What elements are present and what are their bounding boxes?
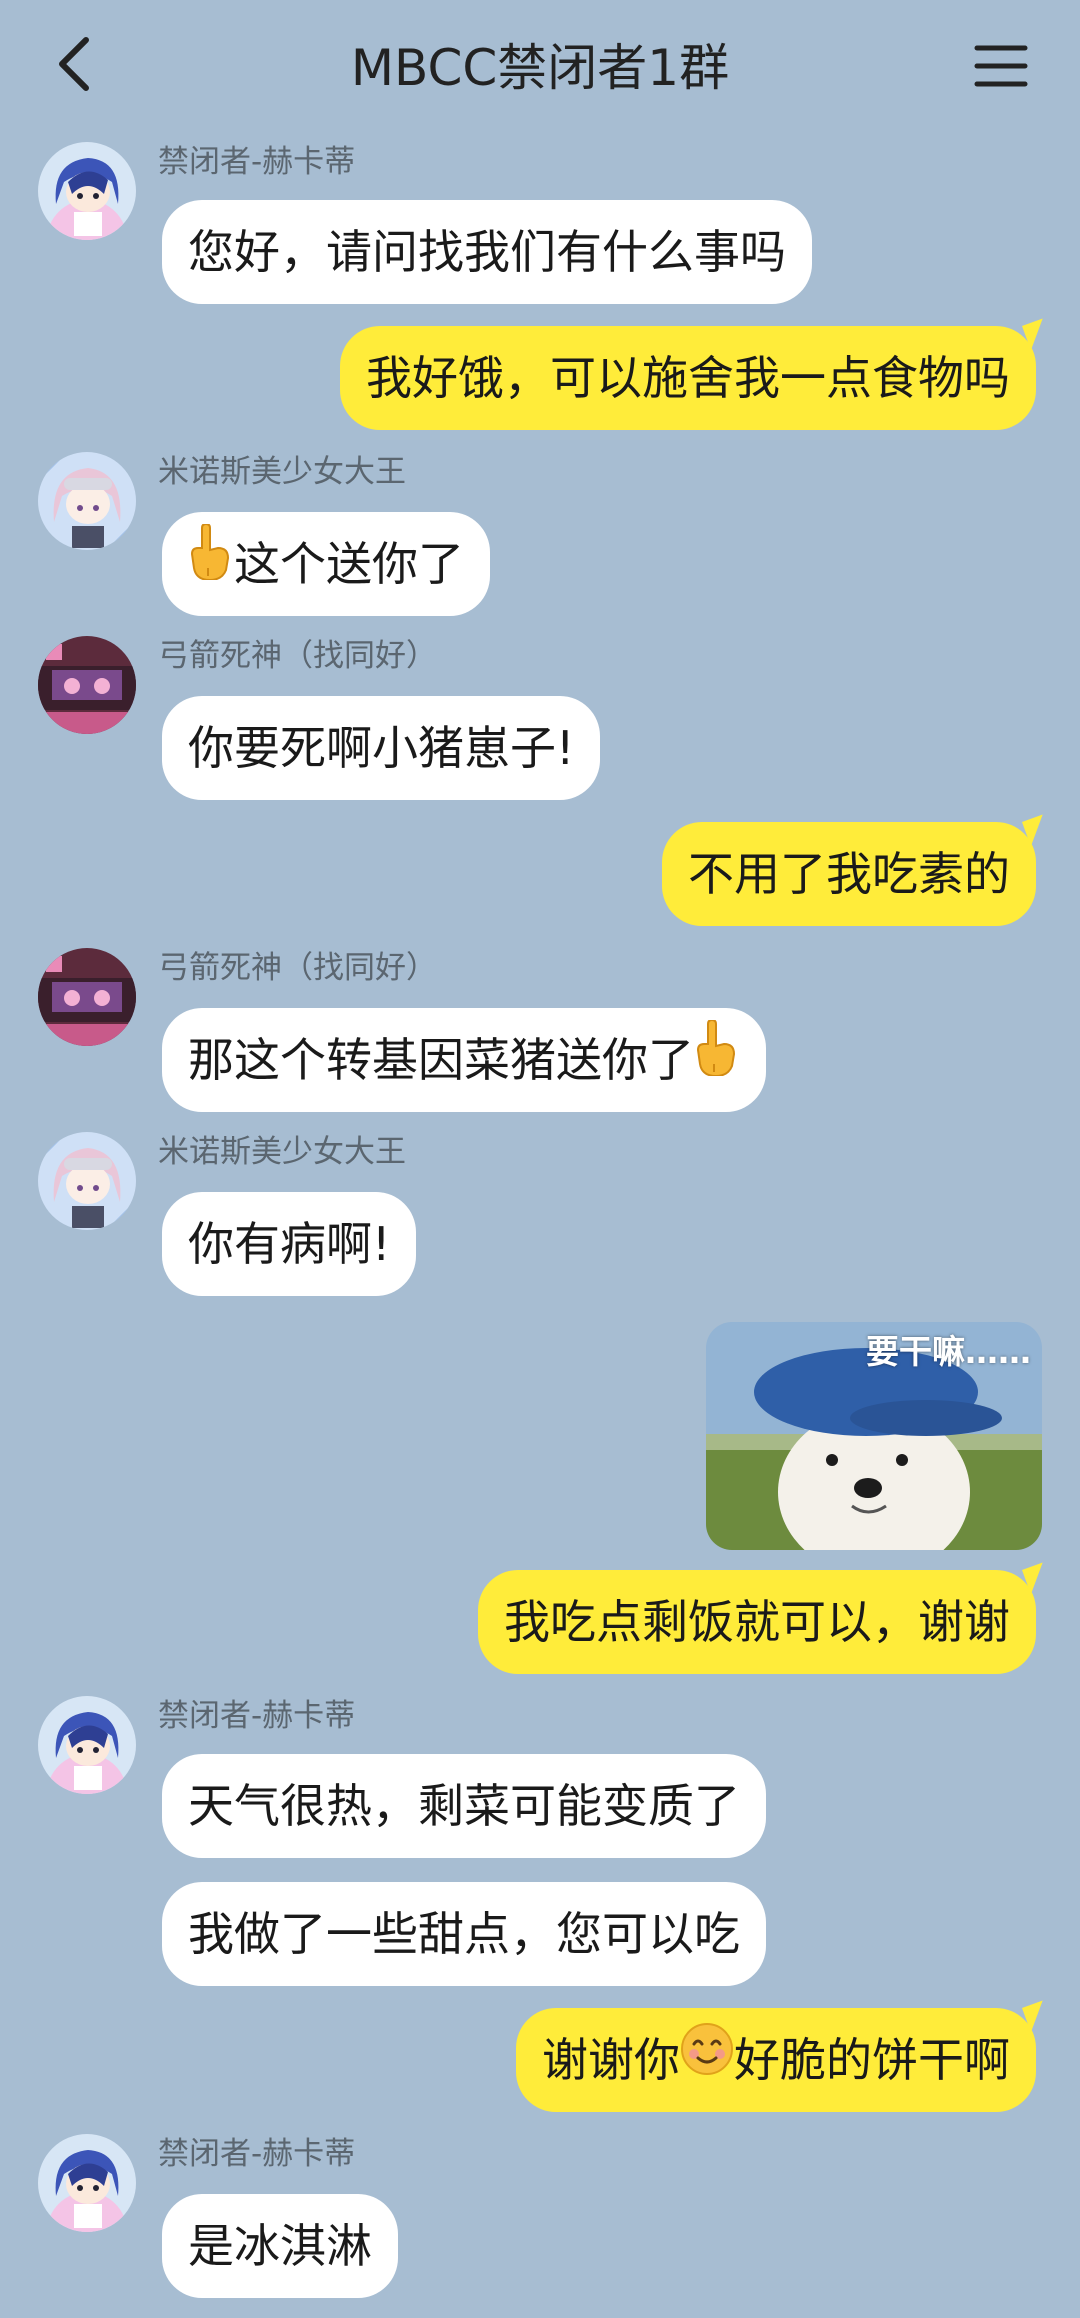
chevron-left-icon xyxy=(59,37,89,91)
message-bubble-outgoing[interactable]: 我好饿，可以施舍我一点食物吗 xyxy=(340,326,1036,430)
menu-button[interactable] xyxy=(974,42,1028,90)
message-bubble-incoming[interactable]: 我做了一些甜点，您可以吃 xyxy=(162,1882,766,1986)
sender-name: 禁闭者-赫卡蒂 xyxy=(158,1698,356,1734)
smiling-face-emoji-icon xyxy=(680,2008,734,2112)
pointing-down-emoji-icon xyxy=(694,1008,740,1112)
pointing-down-emoji-icon xyxy=(188,512,234,616)
avatar-minos[interactable] xyxy=(38,452,136,550)
message-text: 谢谢你 xyxy=(542,2033,680,2087)
message-bubble-incoming[interactable]: 你有病啊! xyxy=(162,1192,417,1296)
back-button[interactable] xyxy=(52,34,96,94)
avatar-archer[interactable] xyxy=(38,636,136,734)
avatar-hecate[interactable] xyxy=(38,2134,136,2232)
chat-title: MBCC禁闭者1群 xyxy=(350,39,730,97)
avatar-hecate[interactable] xyxy=(38,1696,136,1794)
sender-name: 禁闭者-赫卡蒂 xyxy=(158,144,356,180)
message-bubble-incoming[interactable]: 是冰淇淋 xyxy=(162,2194,398,2298)
avatar-archer[interactable] xyxy=(38,948,136,1046)
message-bubble-incoming[interactable]: 您好，请问找我们有什么事吗 xyxy=(162,200,812,304)
message-bubble-incoming[interactable]: 那这个转基因菜猪送你了 xyxy=(162,1008,766,1112)
avatar-minos[interactable] xyxy=(38,1132,136,1230)
message-bubble-outgoing[interactable]: 不用了我吃素的 xyxy=(662,822,1036,926)
message-bubble-incoming[interactable]: 你要死啊小猪崽子! xyxy=(162,696,601,800)
message-bubble-outgoing[interactable]: 谢谢你 好脆的饼干啊 xyxy=(516,2008,1036,2112)
hamburger-menu-icon xyxy=(974,45,1028,87)
chat-header: MBCC禁闭者1群 xyxy=(0,0,1080,134)
sender-name: 米诺斯美少女大王 xyxy=(158,1134,406,1170)
sender-name: 禁闭者-赫卡蒂 xyxy=(158,2136,356,2172)
sticker-dog-meme[interactable]: 要干嘛…… xyxy=(706,1322,1042,1550)
avatar-hecate[interactable] xyxy=(38,142,136,240)
message-bubble-incoming[interactable]: 这个送你了 xyxy=(162,512,490,616)
sticker-caption: 要干嘛…… xyxy=(866,1332,1031,1371)
message-text: 好脆的饼干啊 xyxy=(734,2033,1010,2087)
message-bubble-incoming[interactable]: 天气很热，剩菜可能变质了 xyxy=(162,1754,766,1858)
message-bubble-outgoing[interactable]: 我吃点剩饭就可以，谢谢 xyxy=(478,1570,1036,1674)
sender-name: 米诺斯美少女大王 xyxy=(158,454,406,490)
message-text: 那这个转基因菜猪送你了 xyxy=(188,1033,694,1087)
sender-name: 弓箭死神（找同好） xyxy=(158,950,437,986)
sender-name: 弓箭死神（找同好） xyxy=(158,638,437,674)
message-text: 这个送你了 xyxy=(234,537,464,591)
